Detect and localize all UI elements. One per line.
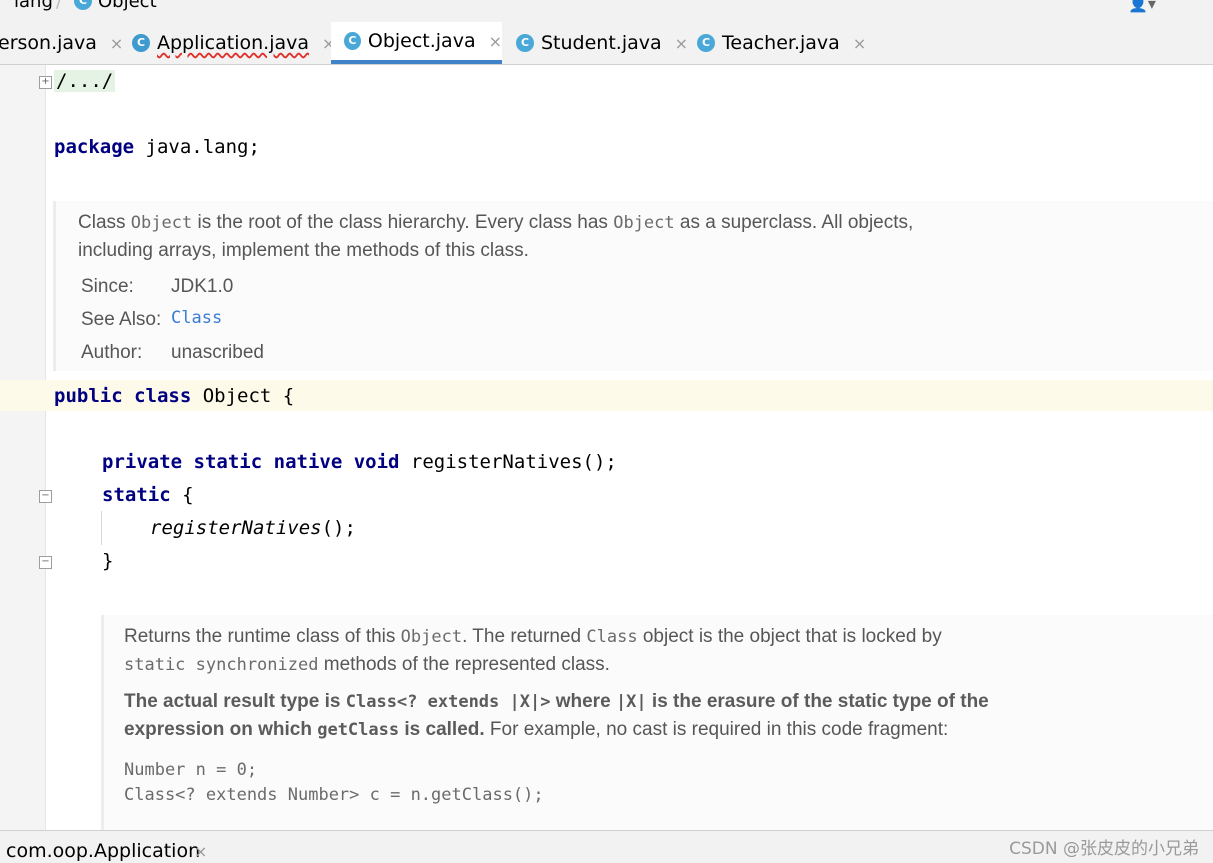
fold-end-icon[interactable]: −	[39, 556, 52, 569]
package-declaration[interactable]: package java.lang;	[54, 136, 260, 158]
editor-tab-bar: erson.java × C Application.java × C Obje…	[0, 22, 1213, 65]
register-natives-call[interactable]: registerNatives();	[150, 517, 356, 539]
breadcrumb-item-lang[interactable]: lang	[14, 0, 53, 12]
doc-line-1: Returns the runtime class of this Object…	[124, 626, 942, 647]
rendered-javadoc-class: Class Object is the root of the class hi…	[53, 201, 1213, 371]
tab-object-java[interactable]: C Object.java ×	[331, 22, 502, 64]
close-icon[interactable]: ×	[194, 842, 207, 861]
close-icon[interactable]: ×	[853, 34, 866, 53]
tab-label: Teacher.java	[722, 32, 840, 54]
tab-student-java[interactable]: C Student.java ×	[516, 22, 688, 64]
runnable-class-icon: C	[132, 34, 150, 52]
breadcrumb-item-object[interactable]: Object	[98, 0, 157, 12]
tab-label: Application.java	[157, 32, 310, 54]
doc-author-value: unascribed	[171, 342, 264, 363]
rendered-javadoc-getclass: Returns the runtime class of this Object…	[101, 615, 1213, 830]
tab-label: Student.java	[541, 32, 662, 54]
tab-person-java[interactable]: erson.java ×	[0, 22, 123, 64]
doc-description-line-1: Class Object is the root of the class hi…	[78, 212, 914, 233]
watermark: CSDN @张皮皮的小兄弟	[1009, 839, 1199, 859]
gutter-divider	[45, 65, 46, 830]
close-icon[interactable]: ×	[675, 34, 688, 53]
close-icon[interactable]: ×	[489, 32, 502, 51]
class-icon: C	[516, 34, 534, 52]
navigation-bar: lang / C Object 👤▾	[0, 0, 1213, 22]
expand-fold-icon[interactable]: +	[39, 76, 52, 89]
tab-teacher-java[interactable]: C Teacher.java ×	[697, 22, 866, 64]
indent-guide	[101, 511, 102, 545]
doc-since-label: Since:	[81, 276, 134, 297]
static-block-start[interactable]: static {	[102, 484, 194, 506]
tab-label: Object.java	[367, 30, 476, 52]
close-icon[interactable]: ×	[110, 34, 123, 53]
class-declaration[interactable]: public class Object {	[54, 385, 294, 407]
doc-see-also-link[interactable]: Class	[171, 305, 222, 332]
class-icon: C	[344, 32, 361, 50]
breadcrumb-separator: /	[56, 0, 63, 12]
doc-description-line-2: including arrays, implement the methods …	[78, 240, 529, 261]
doc-code-line-2: Class<? extends Number> c = n.getClass()…	[124, 785, 544, 805]
doc-line-3: The actual result type is Class<? extend…	[124, 691, 989, 712]
tab-application-java[interactable]: C Application.java ×	[132, 22, 335, 64]
static-block-end[interactable]: }	[102, 550, 113, 572]
folded-header-comment[interactable]: /.../	[54, 70, 116, 92]
doc-line-4: expression on which getClass is called. …	[124, 719, 949, 740]
run-configuration-tab[interactable]: com.oop.Application	[6, 840, 200, 862]
doc-see-also-label: See Also:	[81, 309, 162, 330]
tab-label: erson.java	[0, 32, 97, 54]
user-icon[interactable]: 👤▾	[1128, 0, 1156, 13]
native-method-declaration[interactable]: private static native void registerNativ…	[102, 451, 617, 473]
doc-line-2: static synchronized methods of the repre…	[124, 654, 610, 675]
doc-since-value: JDK1.0	[171, 276, 234, 297]
class-icon: C	[697, 34, 715, 52]
editor-gutter	[0, 65, 45, 830]
class-icon: C	[74, 0, 92, 10]
doc-code-line-1: Number n = 0;	[124, 760, 258, 780]
collapse-fold-icon[interactable]: −	[39, 490, 52, 503]
doc-author-label: Author:	[81, 342, 143, 363]
